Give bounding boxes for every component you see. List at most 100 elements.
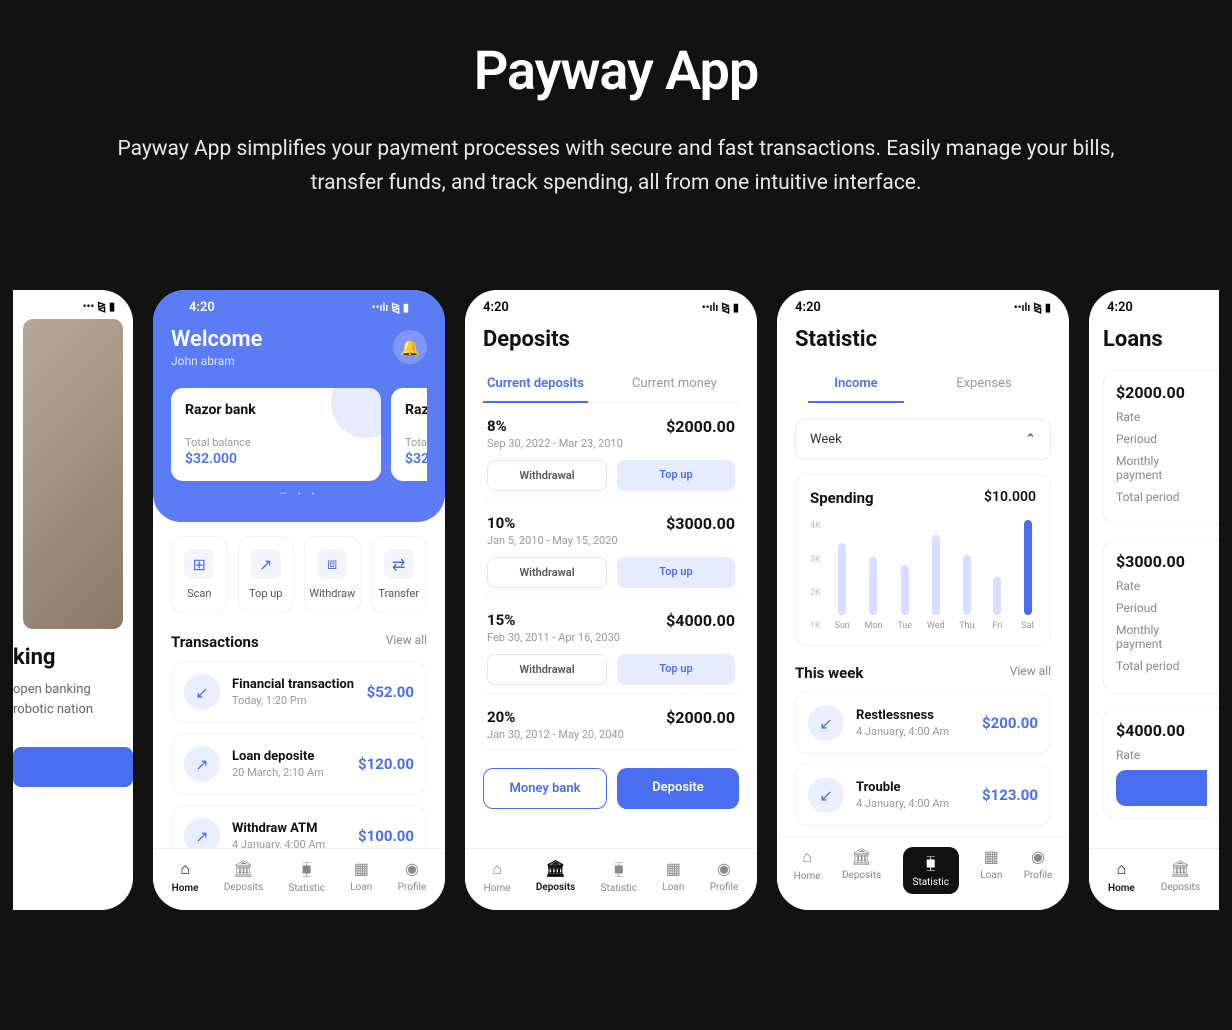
period-selector[interactable]: Week ⌃ xyxy=(795,419,1051,460)
tab-income[interactable]: Income xyxy=(808,370,903,403)
withdrawal-button[interactable]: Withdrawal xyxy=(487,557,607,588)
bar-sat[interactable]: Sat xyxy=(1020,520,1036,631)
action-top-up[interactable]: ↗ Top up xyxy=(238,536,295,613)
tab-loan[interactable]: ▦ Loan xyxy=(662,859,684,894)
loan-card[interactable]: $4000.00 Rate xyxy=(1103,708,1219,819)
withdrawal-button[interactable]: Withdrawal xyxy=(487,460,607,491)
tab-label: Profile xyxy=(710,882,739,893)
tab-loan[interactable]: ▦ Loan xyxy=(350,859,372,894)
loan-field: Perioud xyxy=(1116,601,1207,615)
tab-label: Statistic xyxy=(601,883,637,894)
tab-current-money[interactable]: Current money xyxy=(628,368,721,402)
y-tick: 4K xyxy=(810,521,821,531)
bar-wed[interactable]: Wed xyxy=(927,535,945,631)
loan-amount: $4000.00 xyxy=(1116,721,1207,740)
week-item[interactable]: ↙ Restlessness 4 January, 4:00 Am $200.0… xyxy=(795,692,1051,754)
loans-heading: Loans xyxy=(1103,327,1219,352)
loan-field: Total period xyxy=(1116,490,1207,504)
loan-card[interactable]: $2000.00 RatePerioudMonthly paymentTotal… xyxy=(1103,370,1219,525)
tab-profile[interactable]: ◉ Profile xyxy=(1024,847,1053,894)
bar xyxy=(901,565,909,615)
tab-icon: ⧯ xyxy=(302,859,312,879)
bar-mon[interactable]: Mon xyxy=(864,557,882,631)
loan-card[interactable]: $3000.00 Rate Perioud Monthly payment Total… xyxy=(1103,539,1219,694)
balance-label: Total balance xyxy=(185,436,367,449)
action-label: Transfer xyxy=(376,587,423,600)
tab-loan[interactable]: ▦ Loan xyxy=(980,847,1002,894)
deposit-row: 8% Sep 30, 2022 - Mar 23, 2010 $2000.00 … xyxy=(483,403,739,500)
tab-home[interactable]: ⌂ Home xyxy=(484,859,511,894)
tab-deposits[interactable]: 🏛 Deposits xyxy=(842,847,881,894)
transaction-amount: $100.00 xyxy=(358,827,414,845)
bell-icon[interactable]: 🔔 xyxy=(393,330,427,364)
phone-statistic: 4:20••ılı ⧎ ▮ Statistic Income Expenses … xyxy=(777,290,1069,910)
tab-home[interactable]: ⌂ Home xyxy=(794,847,821,894)
tab-profile[interactable]: ◉ Profile xyxy=(710,859,739,894)
action-transfer[interactable]: ⇄ Transfer xyxy=(371,536,428,613)
tab-icon: ◉ xyxy=(717,859,731,878)
tab-home[interactable]: ⌂ Home xyxy=(1108,859,1135,894)
topup-button[interactable]: Top up xyxy=(617,654,735,685)
loan-action-button[interactable] xyxy=(1116,770,1207,806)
tab-icon: ▦ xyxy=(666,859,681,878)
withdrawal-button[interactable]: Withdrawal xyxy=(487,654,607,685)
deposit-rate: 15% xyxy=(487,611,620,629)
y-tick: 2K xyxy=(810,588,821,598)
transactions-heading: Transactions xyxy=(171,633,259,651)
bar-tue[interactable]: Tue xyxy=(896,565,912,631)
loan-field: Rate xyxy=(1116,579,1207,593)
tab-icon: ▦ xyxy=(984,847,999,866)
loan-field: Total period xyxy=(1116,659,1207,673)
loan-amount: $3000.00 xyxy=(1116,552,1207,571)
loan-field: Rate xyxy=(1116,410,1207,424)
deposit-row: 20% Jan 30, 2012 - May 20, 2040 $2000.00 xyxy=(483,694,739,750)
tab-label: Deposits xyxy=(536,882,575,893)
page-subtitle: Payway App simplifies your payment proce… xyxy=(106,133,1126,200)
spending-total: $10.000 xyxy=(984,489,1036,507)
transaction-row[interactable]: ↙ Financial transaction Today, 1:20 Pm $… xyxy=(171,661,427,723)
action-withdraw[interactable]: ⧈ Withdraw xyxy=(304,536,361,613)
tab-icon: ⧯ xyxy=(614,859,624,879)
tab-profile[interactable]: ◉ Profile xyxy=(398,859,427,894)
chevron-up-icon: ⌃ xyxy=(1025,432,1036,447)
tab-expenses[interactable]: Expenses xyxy=(930,370,1038,403)
deposit-period: Feb 30, 2011 - Apr 16, 2030 xyxy=(487,631,620,644)
loan-field: Monthly payment xyxy=(1116,623,1207,651)
bar-fri[interactable]: Fri xyxy=(989,577,1005,631)
transaction-name: Loan deposite xyxy=(232,749,346,764)
bar xyxy=(1024,520,1032,615)
action-scan[interactable]: ⊞ Scan xyxy=(171,536,228,613)
deposit-rate: 8% xyxy=(487,417,623,435)
arrow-icon: ↙ xyxy=(808,777,844,813)
bar-sun[interactable]: Sun xyxy=(834,543,850,631)
tab-statistic[interactable]: ⧯ Statistic xyxy=(903,847,959,894)
topup-button[interactable]: Top up xyxy=(617,557,735,588)
tab-icon: 🏛 xyxy=(233,859,253,878)
transaction-row[interactable]: ↗ Loan deposite 20 March, 2:10 Am $120.0… xyxy=(171,733,427,795)
tab-deposits[interactable]: 🏛 Deposits xyxy=(536,859,575,894)
tab-label: Loan xyxy=(662,882,684,893)
tab-home[interactable]: ⌂ Home xyxy=(172,859,199,894)
bar-thu[interactable]: Thu xyxy=(959,555,975,631)
view-all-link[interactable]: View all xyxy=(1010,664,1051,682)
tab-current-deposits[interactable]: Current deposits xyxy=(483,368,588,403)
carousel-dots[interactable]: — • • xyxy=(171,489,427,500)
tab-deposits[interactable]: 🏛 Deposits xyxy=(224,859,263,894)
money-bank-button[interactable]: Money bank xyxy=(483,768,607,809)
topup-button[interactable]: Top up xyxy=(617,460,735,491)
deposite-button[interactable]: Deposite xyxy=(617,768,739,809)
tab-statistic[interactable]: ⧯ Statistic xyxy=(288,859,324,894)
deposit-rate: 20% xyxy=(487,708,624,726)
tab-statistic[interactable]: ⧯ Statistic xyxy=(601,859,637,894)
day-label: Wed xyxy=(927,621,945,631)
tab-label: Deposits xyxy=(1161,882,1200,893)
onboarding-cta-button[interactable] xyxy=(13,747,133,787)
view-all-link[interactable]: View all xyxy=(386,633,427,651)
tab-icon: ⌂ xyxy=(802,847,812,867)
week-item[interactable]: ↙ Trouble 4 January, 4:00 Am $123.00 xyxy=(795,764,1051,826)
bank-card[interactable]: Razo Total b $32.0 xyxy=(391,388,427,481)
bank-card[interactable]: Razor bank Total balance $32.000 xyxy=(171,388,381,481)
this-week-heading: This week xyxy=(795,664,863,682)
day-label: Sun xyxy=(835,621,850,631)
tab-deposits[interactable]: 🏛 Deposits xyxy=(1161,859,1200,894)
